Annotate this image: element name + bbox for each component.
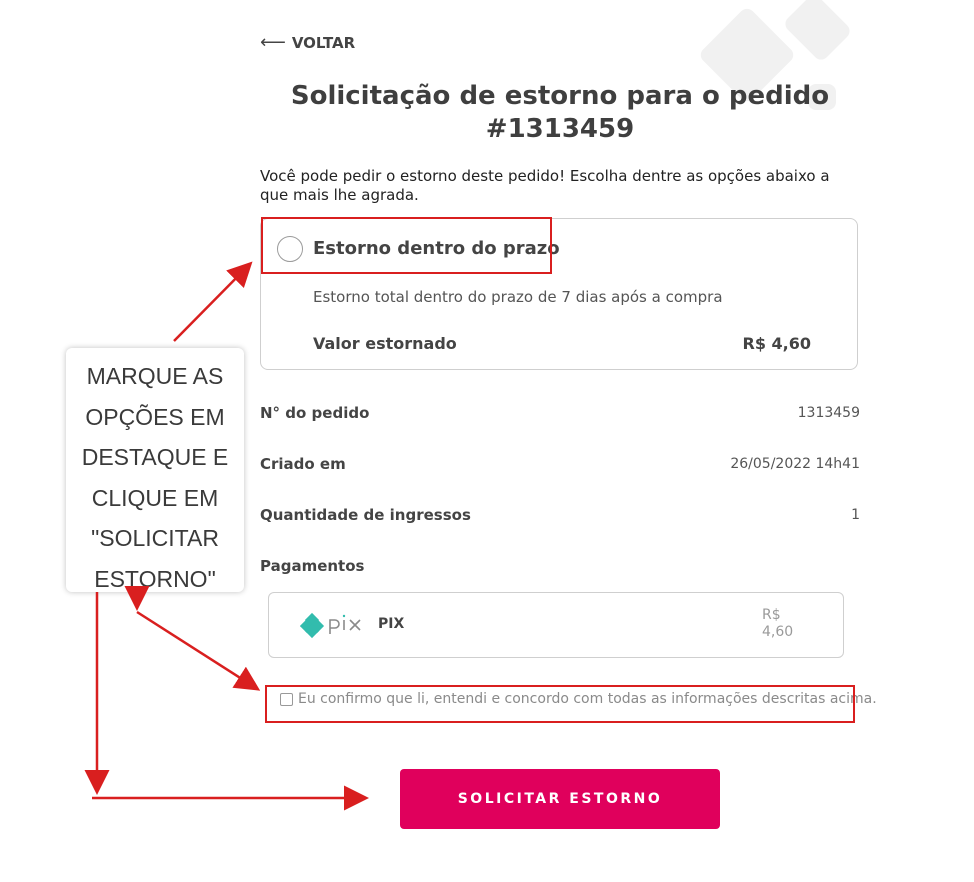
arrow-to-option	[173, 261, 253, 342]
arrow-to-checkbox	[136, 610, 261, 691]
annotation-arrows	[84, 261, 369, 811]
